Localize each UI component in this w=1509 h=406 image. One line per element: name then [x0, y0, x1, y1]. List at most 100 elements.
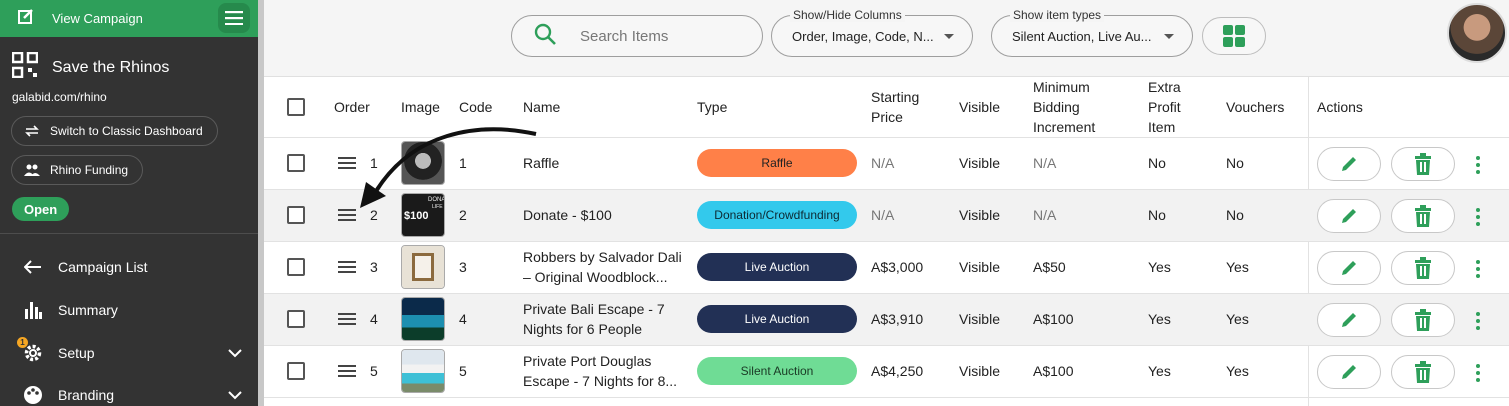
header-text: Starting	[871, 89, 920, 105]
chevron-down-icon[interactable]	[228, 345, 242, 361]
item-image	[401, 245, 445, 289]
header-extra-profit-item[interactable]: Extra Profit Item	[1148, 77, 1181, 137]
sidebar-item-summary[interactable]: Summary	[22, 301, 242, 319]
sidebar-item-setup[interactable]: 1 Setup	[17, 337, 242, 363]
row-checkbox[interactable]	[287, 362, 305, 380]
more-options-icon[interactable]	[1475, 260, 1481, 281]
row-min-bid: N/A	[1033, 207, 1057, 223]
row-name[interactable]: Private Bali Escape - 7 Nights for 6 Peo…	[523, 299, 683, 339]
header-code[interactable]: Code	[459, 97, 492, 117]
row-extra-profit: No	[1148, 207, 1166, 223]
delete-button[interactable]	[1391, 199, 1455, 233]
type-badge: Silent Auction	[697, 357, 857, 385]
row-checkbox[interactable]	[287, 310, 305, 328]
grid-view-button[interactable]	[1202, 17, 1266, 55]
table-row[interactable]: 3 3 Robbers by Salvador Dali – Original …	[264, 242, 1509, 294]
trash-icon	[1415, 361, 1431, 383]
delete-button[interactable]	[1391, 147, 1455, 181]
header-name[interactable]: Name	[523, 97, 560, 117]
type-badge: Raffle	[697, 149, 857, 177]
row-name[interactable]: Robbers by Salvador Dali – Original Wood…	[523, 247, 683, 287]
table-row[interactable]: 4 4 Private Bali Escape - 7 Nights for 6…	[264, 294, 1509, 346]
row-vouchers: Yes	[1226, 311, 1249, 327]
row-checkbox[interactable]	[287, 154, 305, 172]
avatar[interactable]	[1447, 3, 1507, 63]
more-options-icon[interactable]	[1475, 208, 1481, 229]
sidebar-item-label: Branding	[58, 387, 115, 403]
row-min-bid: N/A	[1033, 155, 1057, 171]
delete-button[interactable]	[1391, 355, 1455, 389]
view-campaign-link[interactable]: View Campaign	[0, 0, 258, 37]
more-options-icon[interactable]	[1475, 364, 1481, 385]
table-row[interactable]: 5 5 Private Port Douglas Escape - 7 Nigh…	[264, 346, 1509, 398]
pencil-icon	[1342, 261, 1356, 275]
drag-handle-icon[interactable]	[338, 209, 356, 224]
header-vouchers[interactable]: Vouchers	[1226, 97, 1284, 117]
drag-handle-icon[interactable]	[338, 261, 356, 276]
row-code: 4	[459, 311, 467, 327]
edit-button[interactable]	[1317, 251, 1381, 285]
row-vouchers: No	[1226, 155, 1244, 171]
row-visible: Visible	[959, 259, 1000, 275]
annotation-arrow-icon	[360, 127, 537, 208]
row-checkbox[interactable]	[287, 258, 305, 276]
row-vouchers: Yes	[1226, 259, 1249, 275]
header-type[interactable]: Type	[697, 97, 727, 117]
header-image: Image	[401, 99, 440, 115]
more-options-icon[interactable]	[1475, 312, 1481, 333]
row-name[interactable]: Private Port Douglas Escape - 7 Nights f…	[523, 351, 683, 391]
edit-button[interactable]	[1317, 199, 1381, 233]
drag-handle-icon[interactable]	[338, 313, 356, 328]
header-visible[interactable]: Visible	[959, 97, 1000, 117]
people-icon	[24, 164, 40, 176]
item-types-select-value: Silent Auction, Live Au...	[1012, 29, 1152, 44]
sidebar-item-campaign-list[interactable]: Campaign List	[22, 259, 242, 275]
pencil-icon	[1342, 209, 1356, 223]
header-text: Profit	[1148, 99, 1181, 115]
campaign-url: galabid.com/rhino	[12, 90, 107, 104]
campaign-status-badge: Open	[12, 197, 70, 221]
row-order: 4	[370, 311, 378, 327]
chevron-down-icon[interactable]	[228, 387, 242, 403]
select-all-checkbox[interactable]	[287, 98, 305, 116]
switch-dashboard-label: Switch to Classic Dashboard	[50, 124, 203, 138]
trash-icon	[1415, 309, 1431, 331]
grid-icon	[1223, 25, 1245, 47]
edit-button[interactable]	[1317, 303, 1381, 337]
header-text: Increment	[1033, 119, 1096, 135]
edit-button[interactable]	[1317, 355, 1381, 389]
sidebar-divider	[0, 233, 258, 234]
row-visible: Visible	[959, 363, 1000, 379]
type-badge: Live Auction	[697, 253, 857, 281]
team-button[interactable]: Rhino Funding	[11, 155, 144, 185]
delete-button[interactable]	[1391, 303, 1455, 337]
header-min-bid-increment[interactable]: Minimum Bidding Increment	[1033, 77, 1095, 137]
search-input[interactable]: Search Items	[511, 15, 763, 57]
sidebar-item-branding[interactable]: Branding	[22, 385, 242, 405]
thumb-text: $100	[404, 210, 429, 222]
delete-button[interactable]	[1391, 251, 1455, 285]
header-starting-price[interactable]: Starting Price	[871, 87, 919, 127]
row-checkbox[interactable]	[287, 206, 305, 224]
row-extra-profit: Yes	[1148, 259, 1171, 275]
columns-select[interactable]: Show/Hide Columns Order, Image, Code, N.…	[771, 8, 973, 57]
row-name-line: Robbers by Salvador Dali	[523, 249, 682, 265]
row-name-line: Private Port Douglas	[523, 353, 652, 369]
edit-button[interactable]	[1317, 147, 1381, 181]
menu-toggle-button[interactable]	[218, 3, 250, 33]
qr-code-icon[interactable]	[11, 51, 39, 83]
gear-icon: 1	[17, 337, 44, 363]
search-placeholder: Search Items	[580, 27, 669, 45]
item-image	[401, 349, 445, 393]
dropdown-arrow-icon	[1164, 34, 1174, 39]
trash-icon	[1415, 257, 1431, 279]
drag-handle-icon[interactable]	[338, 365, 356, 380]
item-types-select[interactable]: Show item types Silent Auction, Live Au.…	[991, 8, 1193, 57]
search-icon	[534, 23, 556, 50]
switch-dashboard-button[interactable]: Switch to Classic Dashboard	[11, 116, 218, 146]
more-options-icon[interactable]	[1475, 156, 1481, 177]
header-actions: Actions	[1317, 99, 1363, 115]
row-name-line: Nights for 6 People	[523, 321, 643, 337]
header-order[interactable]: Order	[334, 97, 370, 117]
header-text: Extra	[1148, 79, 1181, 95]
